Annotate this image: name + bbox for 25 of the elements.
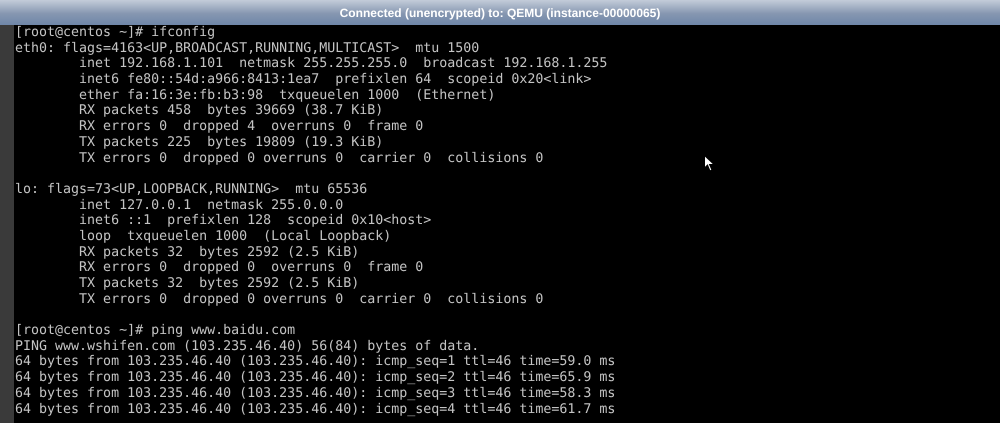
terminal-line: lo: flags=73<UP,LOOPBACK,RUNNING> mtu 65536	[15, 182, 368, 198]
terminal-line: 64 bytes from 103.235.46.40 (103.235.46.40): icmp_seq=4 ttl=46 time=61.7 ms	[15, 402, 616, 418]
terminal-line: RX errors 0 dropped 4 overruns 0 frame 0	[78, 119, 424, 135]
terminal-line: inet6 fe80::54d:a966:8413:1ea7 prefixlen 64 scopeid 0x20<link>	[78, 72, 592, 88]
window-title: Connected (unencrypted) to: QEMU (instance-00000065)	[340, 6, 660, 20]
terminal-line: 64 bytes from 103.235.46.40 (103.235.46.40): icmp_seq=3 ttl=46 time=58.3 ms	[15, 386, 616, 402]
terminal-line: [root@centos ~]# ping www.baidu.com	[15, 323, 296, 339]
terminal-line: TX packets 225 bytes 19809 (19.3 KiB)	[78, 134, 384, 150]
terminal-line: PING www.wshifen.com (103.235.46.40) 56(84) bytes of data.	[15, 338, 480, 354]
terminal-line: TX packets 32 bytes 2592 (2.5 KiB)	[78, 276, 360, 292]
terminal-line: 64 bytes from 103.235.46.40 (103.235.46.40): icmp_seq=2 ttl=46 time=65.9 ms	[15, 370, 616, 386]
terminal-line: inet 127.0.0.1 netmask 255.0.0.0	[78, 198, 344, 214]
terminal-line: RX errors 0 dropped 0 overruns 0 frame 0	[78, 260, 424, 276]
terminal-line: loop txqueuelen 1000 (Local Loopback)	[78, 228, 392, 245]
terminal-line: RX packets 32 bytes 2592 (2.5 KiB)	[78, 244, 360, 260]
terminal-line: RX packets 458 bytes 39669 (38.7 KiB)	[78, 103, 384, 120]
terminal-line: [root@centos ~]# ifconfig	[15, 25, 216, 41]
terminal-line: inet 192.168.1.101 netmask 255.255.255.0 broadcast 192.168.1.255	[78, 56, 608, 72]
terminal-line: TX errors 0 dropped 0 overruns 0 carrier 0 collisions 0	[78, 292, 544, 308]
terminal-line: inet6 ::1 prefixlen 128 scopeid 0x10<host>	[78, 213, 432, 229]
terminal-line: 64 bytes from 103.235.46.40 (103.235.46.40): icmp_seq=1 ttl=46 time=59.0 ms	[15, 354, 616, 370]
terminal-line: TX errors 0 dropped 0 overruns 0 carrier 0 collisions 0	[78, 150, 544, 166]
terminal-line: ether fa:16:3e:fb:b3:98 txqueuelen 1000 (Ethernet)	[78, 88, 496, 104]
mouse-pointer-icon	[704, 155, 715, 172]
terminal-line: eth0: flags=4163<UP,BROADCAST,RUNNING,MULTICAST> mtu 1500	[15, 40, 480, 56]
